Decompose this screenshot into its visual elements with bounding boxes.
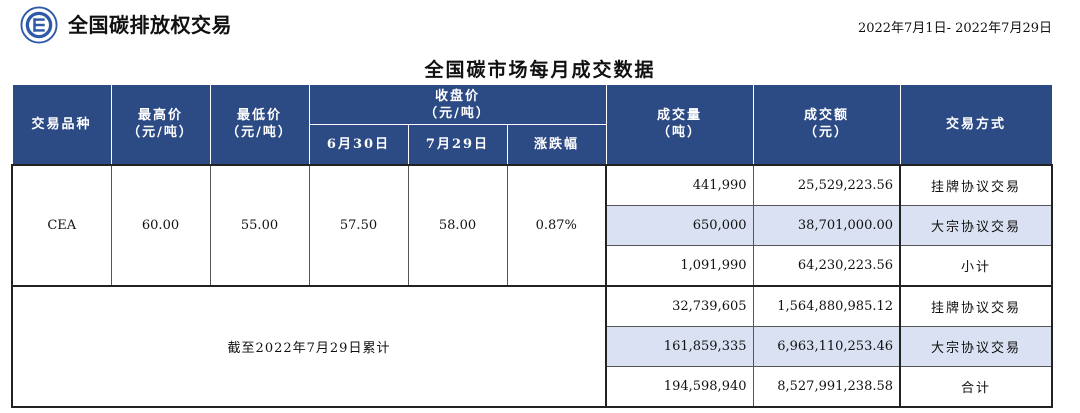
page-title: 全国碳市场每月成交数据	[424, 59, 656, 81]
mode-cell: 大宗协议交易	[899, 204, 1054, 246]
header-volume: 成交量 （吨）	[605, 84, 754, 165]
mode-cell: 合计	[899, 365, 1054, 408]
volume-cell: 194,598,940	[605, 365, 754, 408]
volume-cell: 650,000	[605, 204, 754, 246]
header-close-jul29: 7月29日	[407, 124, 508, 165]
header-mode: 交易方式	[899, 84, 1053, 165]
header-low-price: 最低价 （元/吨）	[209, 84, 310, 165]
volume-cell: 441,990	[605, 163, 754, 206]
low-price-cell: 55.00	[209, 163, 310, 286]
product-cell: CEA	[11, 163, 112, 286]
amount-cell: 38,701,000.00	[752, 204, 901, 246]
mode-cell: 大宗协议交易	[899, 325, 1054, 367]
trading-data-table: 交易品种 最高价 （元/吨） 最低价 （元/吨） 收盘价 （元/吨） 成交量 （吨） 成…	[10, 84, 1054, 408]
volume-cell: 32,739,605	[605, 284, 754, 327]
header-close-jun30: 6月30日	[308, 124, 409, 165]
close-jun30-cell: 57.50	[308, 163, 409, 286]
brand-name: 全国碳排放权交易	[68, 13, 232, 37]
exchange-logo-icon	[20, 6, 58, 44]
date-range: 2022年7月1日- 2022年7月29日	[857, 21, 1052, 36]
amount-cell: 1,564,880,985.12	[752, 284, 901, 327]
mode-cell: 挂牌协议交易	[899, 163, 1054, 206]
volume-cell: 161,859,335	[605, 325, 754, 367]
table-row: 截至2022年7月29日累计 32,739,605 1,564,880,985.…	[10, 284, 1054, 408]
close-jul29-cell: 58.00	[407, 163, 508, 286]
header-change: 涨跌幅	[506, 124, 607, 165]
amount-cell: 8,527,991,238.58	[752, 365, 901, 408]
header-product: 交易品种	[11, 84, 112, 165]
amount-cell: 64,230,223.56	[752, 244, 901, 286]
header-amount: 成交额 （元）	[752, 84, 901, 165]
table-row: CEA 60.00 55.00 57.50 58.00 0.87% 441,99…	[11, 163, 1054, 286]
page-header: 全国碳排放权交易 2022年7月1日- 2022年7月29日	[0, 0, 1080, 52]
header-close-price: 收盘价 （元/吨）	[308, 84, 607, 125]
amount-cell: 6,963,110,253.46	[752, 325, 901, 367]
mode-cell: 挂牌协议交易	[899, 284, 1054, 327]
change-cell: 0.87%	[506, 163, 607, 286]
cumulative-label: 截至2022年7月29日累计	[10, 284, 607, 408]
mode-cell: 小计	[899, 244, 1054, 286]
high-price-cell: 60.00	[110, 163, 211, 286]
header-high-price: 最高价 （元/吨）	[110, 84, 211, 165]
volume-cell: 1,091,990	[605, 244, 754, 286]
amount-cell: 25,529,223.56	[752, 163, 901, 206]
